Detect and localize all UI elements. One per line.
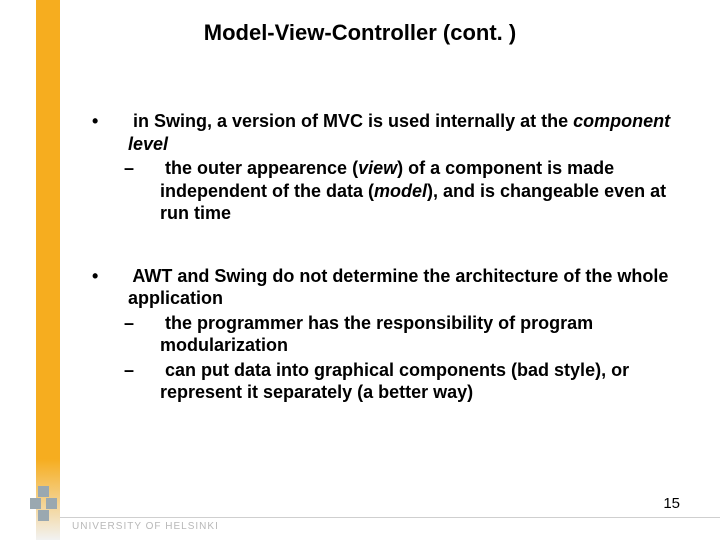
sub-bullet-2-1: the programmer has the responsibility of… <box>90 312 700 357</box>
sub-bullet-2-2: can put data into graphical components (… <box>90 359 700 404</box>
bullet-2-text: AWT and Swing do not determine the archi… <box>90 265 700 310</box>
page-number: 15 <box>663 495 680 512</box>
footer-divider <box>60 517 720 518</box>
university-name: UNIVERSITY OF HELSINKI <box>72 521 219 532</box>
text: the programmer has the responsibility of… <box>160 313 593 356</box>
slide-body: in Swing, a version of MVC is used inter… <box>90 110 700 444</box>
text: AWT and Swing do not determine the archi… <box>128 266 668 309</box>
university-logo-icon <box>22 486 66 530</box>
slide-title: Model-View-Controller (cont. ) <box>0 20 720 46</box>
bullet-2: AWT and Swing do not determine the archi… <box>90 265 700 404</box>
emphasis: model <box>374 181 427 201</box>
bullet-1-text: in Swing, a version of MVC is used inter… <box>90 110 700 155</box>
emphasis: view <box>358 158 397 178</box>
sub-bullet-1-1: the outer appearence (view) of a compone… <box>90 157 700 225</box>
side-accent-band <box>36 0 60 540</box>
bullet-1: in Swing, a version of MVC is used inter… <box>90 110 700 225</box>
text: in Swing, a version of MVC is used inter… <box>133 111 573 131</box>
text: can put data into graphical components (… <box>160 360 629 403</box>
text: the outer appearence ( <box>165 158 358 178</box>
